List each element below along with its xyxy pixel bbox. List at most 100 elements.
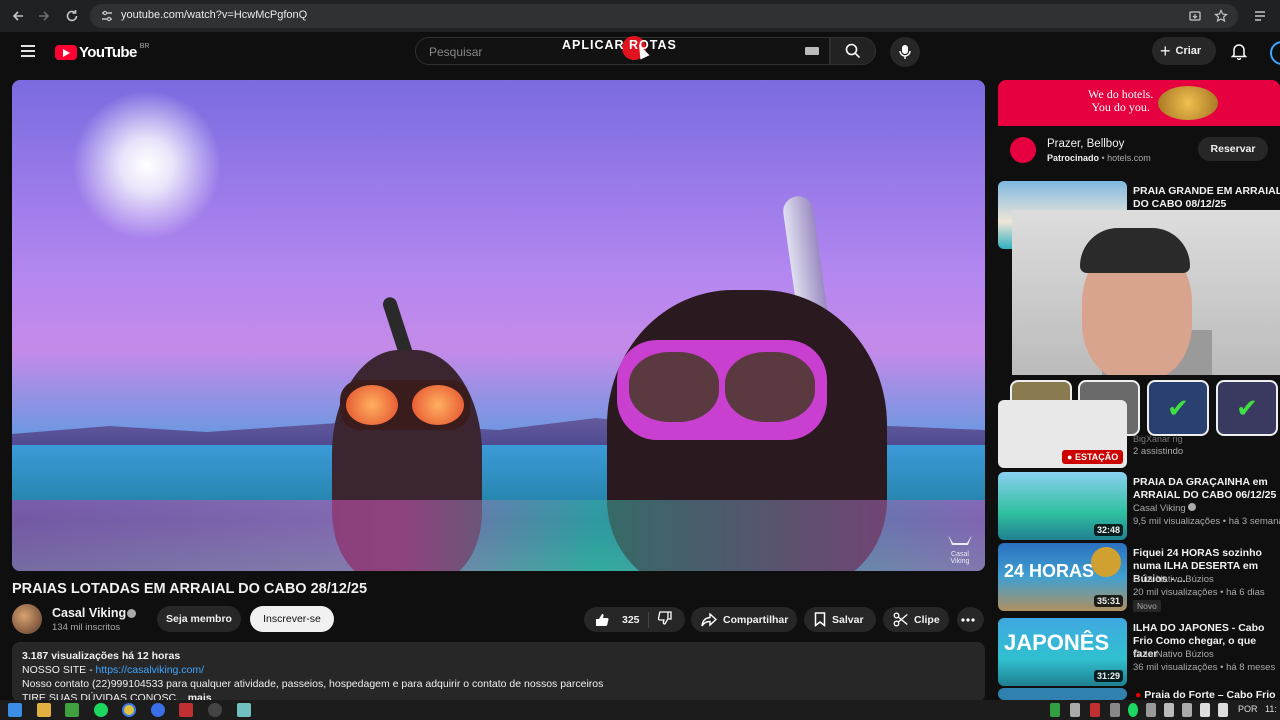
- view-stats: 3.187 visualizações há 12 horas: [22, 650, 181, 662]
- recommendation-item[interactable]: JAPONÊS 31:29 ILHA DO JAPONES - Cabo Fri…: [998, 618, 1280, 686]
- notifications-bell-icon[interactable]: [1230, 42, 1248, 60]
- tray-spotify-icon[interactable]: [1128, 703, 1138, 717]
- ad-slogan-line2: You do you.: [1091, 100, 1150, 114]
- streamer-webcam-overlay: [1012, 210, 1280, 375]
- menu-icon[interactable]: [20, 44, 36, 58]
- back-icon[interactable]: [8, 6, 28, 26]
- file-explorer-icon[interactable]: [37, 703, 51, 717]
- windows-start-icon[interactable]: [8, 703, 22, 717]
- clip-button[interactable]: Clipe: [883, 607, 949, 632]
- description-box[interactable]: 3.187 visualizações há 12 horas NOSSO SI…: [12, 642, 985, 702]
- thumbs-up-icon: [596, 613, 609, 626]
- language-indicator[interactable]: POR: [1238, 704, 1258, 714]
- video-frame-sun: [72, 90, 222, 240]
- youtube-play-icon: [55, 45, 77, 60]
- create-button[interactable]: + Criar: [1152, 37, 1216, 65]
- recommendation-item[interactable]: 32:48 PRAIA DA GRAÇAINHA em ARRAIAL DO C…: [998, 472, 1280, 540]
- site-info-icon[interactable]: [100, 9, 114, 23]
- site-line: NOSSO SITE - https://casalviking.com/: [22, 664, 204, 676]
- ad-title[interactable]: Prazer, Bellboy: [1047, 138, 1124, 150]
- bellhop-mascot-icon: [1158, 86, 1218, 120]
- subscribe-button[interactable]: Inscrever-se: [250, 606, 334, 632]
- recommendation-item[interactable]: ● Praia do Forte – Cabo Frio: [998, 688, 1280, 700]
- tray-app-icon[interactable]: [1050, 703, 1060, 717]
- video-thumbnail[interactable]: [998, 688, 1127, 700]
- verified-icon: [127, 609, 136, 618]
- recommendation-item[interactable]: 24 HORAS 35:31 Fiquei 24 HORAS sozinho n…: [998, 543, 1280, 612]
- channel-name[interactable]: Casal Viking: [52, 606, 126, 620]
- video-thumbnail[interactable]: JAPONÊS 31:29: [998, 618, 1127, 686]
- volume-icon[interactable]: [1200, 703, 1210, 717]
- network-icon[interactable]: [1218, 703, 1228, 717]
- tray-app-icon[interactable]: [1110, 703, 1120, 717]
- tray-app-icon[interactable]: [1182, 703, 1192, 717]
- address-bar[interactable]: youtube.com/watch?v=HcwMcPgfonQ: [90, 4, 1238, 28]
- chrome-icon[interactable]: [122, 703, 136, 717]
- join-button[interactable]: Seja membro: [157, 606, 241, 632]
- thumbs-down-icon: [657, 611, 672, 625]
- verified-icon: [1188, 503, 1197, 511]
- hotels-logo-icon: [1010, 137, 1036, 163]
- save-button[interactable]: Salvar: [804, 607, 876, 632]
- like-button[interactable]: 325: [584, 612, 640, 628]
- share-button[interactable]: Compartilhar: [691, 607, 797, 632]
- clock[interactable]: 11:: [1265, 704, 1277, 714]
- search-icon: [845, 43, 861, 59]
- video-thumbnail[interactable]: 32:48: [998, 472, 1127, 540]
- new-badge: Novo: [1133, 600, 1161, 612]
- ad-sponsor-line: Patrocinado • hotels.com: [1047, 153, 1151, 163]
- video-player[interactable]: Casal Viking: [12, 80, 985, 571]
- voice-search-button[interactable]: [890, 37, 920, 67]
- recommendation-title[interactable]: PRAIA DA GRAÇAINHA em ARRAIAL DO CABO 06…: [1133, 476, 1280, 502]
- recommendation-views: 9,5 mil visualizações • há 3 semanas: [1133, 516, 1280, 527]
- recommendation-channel[interactable]: Guia Nativo Búzios: [1133, 574, 1214, 585]
- obs-icon[interactable]: [208, 703, 222, 717]
- install-app-icon[interactable]: [1188, 9, 1202, 23]
- channel-watermark[interactable]: Casal Viking: [945, 533, 975, 565]
- tray-app-icon[interactable]: [1146, 703, 1156, 717]
- account-avatar[interactable]: [1270, 41, 1280, 65]
- reading-list-icon[interactable]: [1253, 9, 1267, 23]
- reserve-button[interactable]: Reservar: [1198, 137, 1268, 161]
- browser-icon[interactable]: [151, 703, 165, 717]
- bookmark-star-icon[interactable]: [1214, 9, 1228, 23]
- sponsored-ad[interactable]: We do hotels. You do you. Prazer, Bellboy…: [998, 80, 1280, 176]
- save-label: Salvar: [832, 613, 864, 626]
- search-button[interactable]: [830, 37, 876, 65]
- video-duration: 31:29: [1093, 670, 1123, 682]
- app-icon[interactable]: [179, 703, 193, 717]
- search-placeholder: Pesquisar: [429, 45, 483, 59]
- video-thumbnail[interactable]: 24 HORAS 35:31: [998, 543, 1127, 611]
- url-text[interactable]: youtube.com/watch?v=HcwMcPgfonQ: [121, 9, 307, 21]
- ad-domain: hotels.com: [1107, 153, 1151, 163]
- microphone-tray-icon[interactable]: [1164, 703, 1174, 717]
- channel-subscribers: 134 mil inscritos: [52, 622, 121, 633]
- recommendation-title[interactable]: ● Praia do Forte – Cabo Frio: [1135, 689, 1280, 700]
- tray-app-icon[interactable]: [1090, 703, 1100, 717]
- create-label: Criar: [1175, 45, 1202, 57]
- spotify-icon[interactable]: [94, 703, 108, 717]
- stream-overlay-text: APLICAR ROTAS: [562, 38, 677, 52]
- notepad-icon[interactable]: [237, 703, 251, 717]
- plus-icon: +: [1160, 41, 1171, 61]
- channel-avatar[interactable]: [12, 604, 42, 634]
- tray-app-icon[interactable]: [1070, 703, 1080, 717]
- ad-banner[interactable]: We do hotels. You do you.: [998, 80, 1280, 126]
- reload-icon[interactable]: [62, 6, 82, 26]
- keyboard-icon[interactable]: [805, 47, 819, 55]
- clip-label: Clipe: [914, 613, 940, 626]
- checkmark-sticker-icon: ✔: [1147, 380, 1209, 436]
- country-code: BR: [139, 43, 150, 50]
- forward-icon[interactable]: [34, 6, 54, 26]
- xbox-icon[interactable]: [65, 703, 79, 717]
- recommendation-title[interactable]: PRAIA GRANDE EM ARRAIAL DO CABO 08/12/25: [1133, 185, 1280, 211]
- like-count: 325: [622, 613, 640, 626]
- streamer-cap: [1080, 228, 1190, 273]
- recommendation-channel[interactable]: Casal Viking: [1133, 503, 1197, 514]
- dislike-button[interactable]: [657, 610, 679, 629]
- youtube-logo[interactable]: YouTube BR: [55, 43, 150, 61]
- site-link[interactable]: https://casalviking.com/: [96, 664, 205, 676]
- more-actions-button[interactable]: [957, 607, 984, 632]
- browser-toolbar: youtube.com/watch?v=HcwMcPgfonQ: [0, 0, 1280, 32]
- recommendation-channel[interactable]: Guia Nativo Búzios: [1133, 649, 1214, 660]
